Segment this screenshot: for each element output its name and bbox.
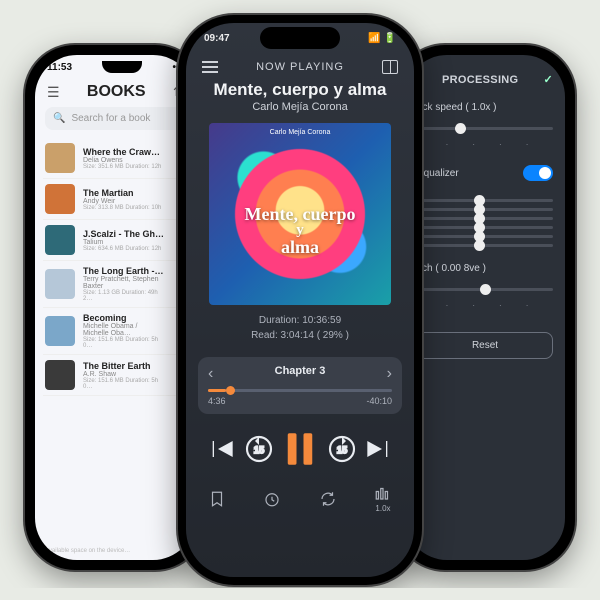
- processing-screen: PROCESSING ✓ ack speed ( 1.0x ) ····· Eq…: [405, 55, 565, 560]
- equalizer-toggle[interactable]: [523, 165, 553, 181]
- eq-band-slider[interactable]: [417, 208, 553, 211]
- speed-slider[interactable]: [417, 127, 553, 130]
- phone-center: 09:47 📶 🔋 NOW PLAYING Mente, cuerpo y al…: [178, 15, 422, 585]
- duration-value: 10:36:59: [302, 315, 341, 326]
- book-title: Becoming: [83, 313, 165, 323]
- books-screen: 11:53 ••• ☰ BOOKS ⇅ 🔍 Search for a book …: [35, 55, 195, 560]
- book-title: Where the Crawdads Sing: [83, 147, 165, 157]
- duration-label: Duration:: [259, 315, 300, 326]
- screen-label: NOW PLAYING: [256, 61, 344, 73]
- book-icon[interactable]: [382, 60, 398, 74]
- speed-label: 1.0x: [375, 504, 390, 513]
- book-list: Where the Crawdads Sing Delia Owens Size…: [35, 138, 195, 396]
- page-title: PROCESSING: [442, 74, 518, 86]
- forward-15-button[interactable]: 15: [326, 433, 358, 465]
- extra-controls: 1.0x: [186, 476, 414, 513]
- remaining-time: -40:10: [366, 396, 392, 406]
- skip-back-button[interactable]: [206, 433, 238, 465]
- read-label: Read:: [251, 330, 278, 341]
- list-item[interactable]: The Martian Andy Weir Size: 313.8 MB Dur…: [43, 179, 187, 220]
- pitch-label: itch ( 0.00 8ve ): [417, 263, 486, 274]
- menu-icon[interactable]: ☰: [47, 84, 60, 101]
- reset-button[interactable]: Reset: [417, 332, 553, 359]
- chapter-prev-icon[interactable]: ‹: [208, 365, 213, 383]
- list-item[interactable]: J.Scalzi - The Ghost Brigades Talium Siz…: [43, 220, 187, 261]
- chapter-label: Chapter 3: [208, 365, 392, 377]
- search-placeholder: Search for a book: [71, 113, 150, 124]
- book-stats: Size: 151.6 MB Duration: 5h 0…: [83, 378, 165, 390]
- eq-band-slider[interactable]: [417, 235, 553, 238]
- book-cover: [45, 316, 75, 346]
- list-item[interactable]: Becoming Michelle Obama / Michelle Oba… …: [43, 308, 187, 355]
- transport-controls: 15 15: [186, 414, 414, 476]
- book-stats: Size: 151.6 MB Duration: 5h 0…: [83, 337, 165, 349]
- search-input[interactable]: 🔍 Search for a book: [45, 107, 185, 130]
- rewind-15-button[interactable]: 15: [243, 433, 275, 465]
- progress-slider[interactable]: [208, 389, 392, 392]
- list-item[interactable]: The Long Earth - 1 - The… Terry Pratchet…: [43, 261, 187, 308]
- status-icons: 📶 🔋: [368, 33, 396, 44]
- chapter-next-icon[interactable]: ›: [387, 365, 392, 383]
- book-author: Delia Owens: [83, 157, 165, 164]
- eq-band-slider[interactable]: [417, 217, 553, 220]
- phone-right: PROCESSING ✓ ack speed ( 1.0x ) ····· Eq…: [395, 45, 575, 570]
- book-author: Carlo Mejía Corona: [186, 101, 414, 113]
- playback-speed-label: ack speed ( 1.0x ): [417, 102, 496, 113]
- book-stats: Size: 634.6 MB Duration: 12h: [83, 246, 165, 252]
- book-title: The Long Earth - 1 - The…: [83, 266, 165, 276]
- footer-note: Available space on the device…: [45, 548, 130, 554]
- book-stats: Size: 351.6 MB Duration: 12h: [83, 164, 165, 170]
- pitch-slider[interactable]: [417, 288, 553, 291]
- svg-text:15: 15: [253, 445, 263, 455]
- book-author: Andy Weir: [83, 198, 165, 205]
- cover-line2: alma: [281, 237, 319, 257]
- book-title: J.Scalzi - The Ghost Brigades: [83, 229, 165, 239]
- svg-text:15: 15: [336, 445, 346, 455]
- book-title: The Bitter Earth: [83, 361, 165, 371]
- menu-icon[interactable]: [202, 61, 218, 73]
- sleep-timer-button[interactable]: [263, 490, 281, 508]
- book-author: Terry Pratchett, Stephen Baxter: [83, 276, 165, 290]
- cover-art: Carlo Mejía Corona Mente, cuerpo y alma: [209, 123, 391, 305]
- play-pause-button[interactable]: [279, 428, 321, 470]
- book-cover: [45, 184, 75, 214]
- list-item[interactable]: The Bitter Earth A.R. Shaw Size: 151.6 M…: [43, 355, 187, 396]
- elapsed-time: 4:36: [208, 396, 226, 406]
- eq-band-slider[interactable]: [417, 244, 553, 247]
- equalizer-label: Equalizer: [417, 168, 459, 179]
- status-time: 11:53: [47, 62, 72, 73]
- cover-line1: Mente, cuerpo: [245, 204, 356, 224]
- chapter-panel: ‹ Chapter 3 › 4:36 -40:10: [198, 357, 402, 414]
- book-cover: [45, 269, 75, 299]
- book-title: The Martian: [83, 188, 165, 198]
- book-author: Michelle Obama / Michelle Oba…: [83, 323, 165, 337]
- cover-author: Carlo Mejía Corona: [209, 129, 391, 136]
- book-title: Mente, cuerpo y alma: [186, 80, 414, 100]
- list-item[interactable]: Where the Crawdads Sing Delia Owens Size…: [43, 138, 187, 179]
- page-title: BOOKS: [60, 83, 173, 101]
- notch: [102, 61, 142, 73]
- speed-button[interactable]: 1.0x: [374, 484, 392, 513]
- book-cover: [45, 225, 75, 255]
- book-author: A.R. Shaw: [83, 371, 165, 378]
- playback-meta: Duration: 10:36:59 Read: 3:04:14 ( 29% ): [186, 313, 414, 343]
- now-playing-screen: 09:47 📶 🔋 NOW PLAYING Mente, cuerpo y al…: [186, 23, 414, 577]
- dynamic-island: [260, 27, 340, 49]
- book-stats: Size: 1.13 GB Duration: 49h 2…: [83, 290, 165, 302]
- skip-forward-button[interactable]: [362, 433, 394, 465]
- eq-band-slider[interactable]: [417, 226, 553, 229]
- book-cover: [45, 360, 75, 390]
- bookmark-button[interactable]: [208, 490, 226, 508]
- search-icon: 🔍: [53, 113, 65, 124]
- status-bar: 11:53 •••: [35, 55, 195, 73]
- confirm-icon[interactable]: ✓: [543, 73, 553, 86]
- eq-band-slider[interactable]: [417, 199, 553, 202]
- book-stats: Size: 313.8 MB Duration: 10h: [83, 205, 165, 211]
- read-value: 3:04:14 ( 29% ): [281, 330, 349, 341]
- book-author: Talium: [83, 239, 165, 246]
- status-time: 09:47: [204, 33, 230, 44]
- book-cover: [45, 143, 75, 173]
- sync-button[interactable]: [319, 490, 337, 508]
